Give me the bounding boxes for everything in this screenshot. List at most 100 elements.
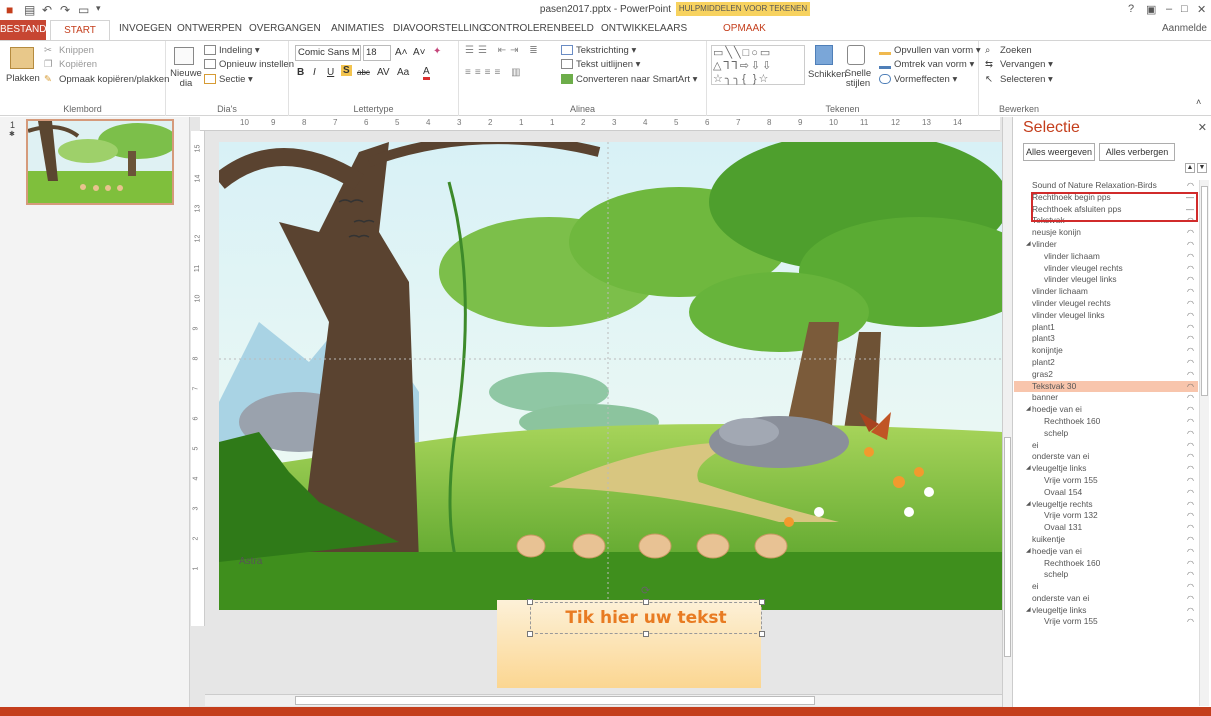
eye-icon[interactable]: ◠ bbox=[1187, 522, 1194, 534]
bold-icon[interactable]: B bbox=[297, 67, 304, 78]
selection-item[interactable]: ◢ vleugeltje rechts ◠ bbox=[1014, 499, 1198, 511]
selection-item[interactable]: vlinder lichaam ◠ bbox=[1014, 286, 1198, 298]
selection-item[interactable]: banner ◠ bbox=[1014, 392, 1198, 404]
resize-handle[interactable] bbox=[643, 631, 649, 637]
tab-animaties[interactable]: ANIMATIES bbox=[331, 23, 384, 34]
eye-icon[interactable]: ◠ bbox=[1187, 487, 1194, 499]
help-icon[interactable]: ? bbox=[1128, 3, 1134, 15]
eye-icon[interactable]: ◠ bbox=[1187, 451, 1194, 463]
cut-button[interactable]: ✂ Knippen bbox=[44, 45, 94, 56]
selection-item[interactable]: schelp ◠ bbox=[1014, 569, 1198, 581]
tab-opmaak[interactable]: OPMAAK bbox=[723, 23, 766, 34]
eye-icon[interactable]: ◠ bbox=[1187, 392, 1194, 404]
eye-icon[interactable]: ◠ bbox=[1187, 274, 1194, 286]
selection-item[interactable]: vlinder vleugel rechts ◠ bbox=[1014, 298, 1198, 310]
eye-icon[interactable]: ◠ bbox=[1187, 381, 1194, 393]
reset-button[interactable]: Opnieuw instellen bbox=[204, 59, 294, 70]
eye-icon[interactable]: ◠ bbox=[1187, 475, 1194, 487]
selection-item[interactable]: vlinder vleugel links ◠ bbox=[1014, 310, 1198, 322]
eye-icon[interactable]: ◠ bbox=[1187, 404, 1194, 416]
align-icons[interactable]: ≡≡≡≡ ▥ bbox=[465, 67, 525, 78]
new-slide-button[interactable]: Nieuwe dia bbox=[170, 69, 202, 89]
eye-icon[interactable]: ◠ bbox=[1187, 428, 1194, 440]
selection-item[interactable]: ◢ vleugeltje links ◠ bbox=[1014, 605, 1198, 617]
tab-file[interactable]: BESTAND bbox=[0, 20, 47, 40]
expand-group-icon[interactable]: ◢ bbox=[1026, 404, 1031, 416]
resize-handle[interactable] bbox=[527, 631, 533, 637]
selection-item[interactable]: Vrije vorm 132 ◠ bbox=[1014, 510, 1198, 522]
selection-item[interactable]: neusje konijn ◠ bbox=[1014, 227, 1198, 239]
tab-overgangen[interactable]: OVERGANGEN bbox=[249, 23, 321, 34]
shape-fill-button[interactable]: Opvullen van vorm ▾ bbox=[879, 45, 981, 56]
eye-icon[interactable]: ◠ bbox=[1187, 605, 1194, 617]
selection-item[interactable]: ◢ hoedje van ei ◠ bbox=[1014, 404, 1198, 416]
selection-item[interactable]: vlinder lichaam ◠ bbox=[1014, 251, 1198, 263]
vertical-scrollbar[interactable] bbox=[1002, 117, 1012, 707]
replace-button[interactable]: ⇆ Vervangen ▾ bbox=[985, 59, 1053, 70]
selection-item[interactable]: Rechthoek 160 ◠ bbox=[1014, 416, 1198, 428]
select-button[interactable]: ↖ Selecteren ▾ bbox=[985, 74, 1053, 85]
show-all-button[interactable]: Alles weergeven bbox=[1023, 143, 1095, 161]
text-box-placeholder[interactable]: Tik hier uw tekst bbox=[530, 602, 762, 634]
italic-icon[interactable]: I bbox=[313, 67, 316, 78]
tab-beeld[interactable]: BEELD bbox=[561, 23, 594, 34]
eye-icon[interactable]: ◠ bbox=[1187, 581, 1194, 593]
new-slide-icon[interactable] bbox=[174, 47, 194, 65]
selection-item[interactable]: vlinder vleugel rechts ◠ bbox=[1014, 263, 1198, 275]
tab-invoegen[interactable]: INVOEGEN bbox=[119, 23, 172, 34]
selection-item[interactable]: plant3 ◠ bbox=[1014, 333, 1198, 345]
font-size-combo[interactable]: 18 bbox=[363, 45, 391, 61]
selection-item[interactable]: konijntje ◠ bbox=[1014, 345, 1198, 357]
bullets-icon[interactable]: ☰☰ ⇤⇥ ≣ bbox=[465, 45, 542, 56]
tab-diavoorstelling[interactable]: DIAVOORSTELLING bbox=[393, 23, 487, 34]
sign-in-link[interactable]: Aanmelde bbox=[1162, 23, 1207, 34]
eye-icon[interactable]: ◠ bbox=[1187, 499, 1194, 511]
selection-item[interactable]: Vrije vorm 155 ◠ bbox=[1014, 616, 1198, 628]
selection-item[interactable]: plant1 ◠ bbox=[1014, 322, 1198, 334]
resize-handle[interactable] bbox=[759, 631, 765, 637]
selection-item[interactable]: schelp ◠ bbox=[1014, 428, 1198, 440]
shape-effects-button[interactable]: Vormeffecten ▾ bbox=[879, 74, 957, 85]
selection-item[interactable]: ◢ vleugeltje links ◠ bbox=[1014, 463, 1198, 475]
shape-outline-button[interactable]: Omtrek van vorm ▾ bbox=[879, 59, 974, 70]
paste-button[interactable]: Plakken bbox=[6, 73, 40, 84]
horizontal-scroll-thumb[interactable] bbox=[295, 696, 815, 705]
selection-scrollbar[interactable] bbox=[1199, 180, 1209, 706]
selection-scroll-thumb[interactable] bbox=[1201, 186, 1208, 396]
resize-handle[interactable] bbox=[527, 599, 533, 605]
selection-item[interactable]: vlinder vleugel links ◠ bbox=[1014, 274, 1198, 286]
bring-forward-icon[interactable]: ▲ bbox=[1185, 163, 1195, 173]
clear-format-icon[interactable]: ✦ bbox=[433, 46, 441, 57]
eye-icon[interactable]: ◠ bbox=[1187, 510, 1194, 522]
collapse-ribbon-icon[interactable]: ˄ bbox=[1196, 97, 1201, 107]
eye-icon[interactable]: ◠ bbox=[1187, 286, 1194, 298]
expand-group-icon[interactable]: ◢ bbox=[1026, 499, 1031, 511]
quick-styles-icon[interactable] bbox=[847, 45, 865, 65]
shapes-gallery[interactable]: ▭╲╲□○▭ △⅂⅂⇨⇩⇩ ☆╮╮{ }☆ bbox=[711, 45, 805, 85]
eye-icon[interactable]: ◠ bbox=[1187, 369, 1194, 381]
hide-all-button[interactable]: Alles verbergen bbox=[1099, 143, 1175, 161]
eye-icon[interactable]: ◠ bbox=[1187, 333, 1194, 345]
align-text-button[interactable]: Tekst uitlijnen ▾ bbox=[561, 59, 640, 70]
font-color-icon[interactable]: A bbox=[423, 66, 430, 80]
slide-canvas[interactable]: Astra bbox=[219, 142, 1002, 610]
eye-icon[interactable]: ◠ bbox=[1187, 534, 1194, 546]
eye-icon[interactable]: ◠ bbox=[1187, 227, 1194, 239]
selection-item[interactable]: Rechthoek 160 ◠ bbox=[1014, 558, 1198, 570]
change-case-icon[interactable]: Aa bbox=[397, 67, 409, 78]
expand-group-icon[interactable]: ◢ bbox=[1026, 463, 1031, 475]
eye-icon[interactable]: ◠ bbox=[1187, 322, 1194, 334]
text-direction-button[interactable]: Tekstrichting ▾ bbox=[561, 45, 636, 56]
eye-icon[interactable]: ◠ bbox=[1187, 357, 1194, 369]
selection-item[interactable]: onderste van ei ◠ bbox=[1014, 451, 1198, 463]
eye-icon[interactable]: ◠ bbox=[1187, 463, 1194, 475]
eye-icon[interactable]: ◠ bbox=[1187, 558, 1194, 570]
selection-item[interactable]: kuikentje ◠ bbox=[1014, 534, 1198, 546]
eye-icon[interactable]: ◠ bbox=[1187, 239, 1194, 251]
find-button[interactable]: ⌕ Zoeken bbox=[985, 45, 1032, 56]
rotate-handle-icon[interactable]: ⟳ bbox=[641, 584, 650, 597]
char-spacing-icon[interactable]: AV bbox=[377, 67, 390, 78]
maximize-button[interactable]: □ bbox=[1181, 3, 1188, 15]
selection-item[interactable]: ei ◠ bbox=[1014, 581, 1198, 593]
layout-button[interactable]: Indeling ▾ bbox=[204, 45, 260, 56]
